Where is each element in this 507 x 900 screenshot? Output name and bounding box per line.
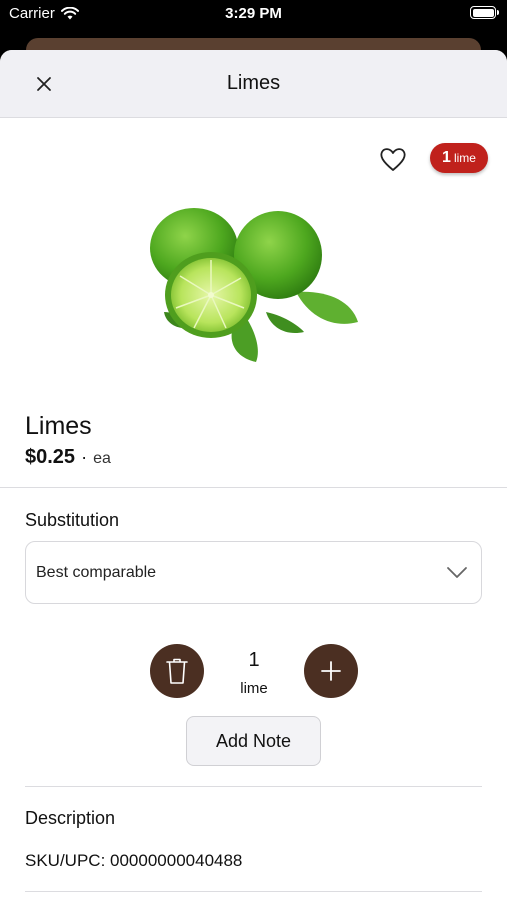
trash-icon xyxy=(166,658,188,684)
status-time: 3:29 PM xyxy=(225,5,282,22)
product-image xyxy=(150,208,358,362)
divider xyxy=(25,786,482,787)
product-price: $0.25 xyxy=(25,446,76,468)
substitution-value: Best comparable xyxy=(36,564,157,581)
divider xyxy=(25,891,482,892)
add-note-button[interactable]: Add Note xyxy=(186,716,321,766)
status-bar: Carrier 3:29 PM xyxy=(0,0,507,30)
page-title: Limes xyxy=(226,72,281,94)
nav-bar: Limes xyxy=(0,50,507,118)
badge-unit: lime xyxy=(453,151,476,165)
quantity-value: 1 xyxy=(248,649,260,671)
price-row: $0.25 · ea xyxy=(25,446,111,469)
plus-icon xyxy=(321,661,341,681)
increase-quantity-button[interactable] xyxy=(304,644,358,698)
remove-item-button[interactable] xyxy=(150,644,204,698)
cart-quantity-badge: 1 lime xyxy=(430,143,488,173)
quantity-unit: lime xyxy=(240,680,268,697)
price-unit: ea xyxy=(93,450,111,467)
chevron-down-icon xyxy=(447,567,467,578)
divider xyxy=(0,487,507,488)
price-separator: · xyxy=(81,447,88,467)
battery-icon xyxy=(470,6,499,19)
favorite-heart-icon[interactable] xyxy=(378,145,408,173)
product-name: Limes xyxy=(25,412,92,440)
sku-text: SKU/UPC: 00000000040488 xyxy=(25,851,243,870)
product-sheet: Limes xyxy=(0,50,507,900)
substitution-select[interactable]: Best comparable xyxy=(25,541,482,604)
description-label: Description xyxy=(25,808,116,828)
badge-count: 1 xyxy=(442,149,451,166)
substitution-label: Substitution xyxy=(25,510,120,530)
